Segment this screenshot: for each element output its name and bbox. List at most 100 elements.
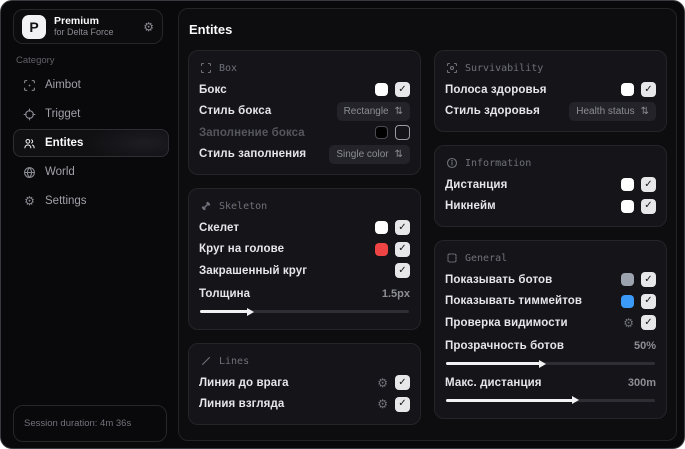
check-icon: ✓	[398, 83, 407, 95]
gear-icon[interactable]: ⚙	[377, 398, 388, 410]
gear-icon[interactable]: ⚙	[377, 377, 388, 389]
checkbox[interactable]	[395, 125, 410, 141]
sidebar-item-settings[interactable]: ⚙ Settings	[13, 187, 169, 215]
bone-icon	[201, 201, 211, 211]
sidebar-item-world[interactable]: World	[13, 158, 169, 186]
box-card-title: Box	[199, 58, 410, 79]
checkbox[interactable]: ✓	[641, 198, 656, 214]
checkbox[interactable]: ✓	[395, 241, 410, 257]
gear-icon[interactable]: ⚙	[623, 317, 634, 329]
setting-label: Линия взгляда	[199, 398, 285, 411]
gear-icon[interactable]: ⚙	[143, 20, 154, 34]
setting-row: Дистанция ✓	[445, 174, 656, 196]
sidebar: P Premium for Delta Force ⚙ Category Aim…	[1, 1, 178, 448]
setting-row: Прозрачность ботов 50%	[445, 336, 656, 358]
checkbox[interactable]: ✓	[641, 315, 656, 331]
aim-scan-icon	[23, 79, 36, 92]
check-icon: ✓	[398, 376, 407, 388]
setting-row: Макс. дистанция 300m	[445, 372, 656, 394]
check-icon: ✓	[644, 295, 653, 307]
checkbox[interactable]: ✓	[641, 177, 656, 193]
setting-label: Никнейм	[445, 200, 496, 213]
setting-row: Закрашенный круг ✓	[199, 260, 410, 282]
globe-icon	[23, 166, 36, 179]
sidebar-item-trigget[interactable]: Trigget	[13, 100, 169, 128]
setting-row: Стиль бокса Rectangle ⇅	[199, 101, 410, 123]
check-icon: ✓	[644, 316, 653, 328]
brand-logo: P	[22, 14, 46, 39]
general-card: General Показывать ботов ✓ Показывать ти…	[434, 240, 667, 419]
fill-style-select[interactable]: Single color ⇅	[329, 144, 410, 164]
box-card: Box Бокс ✓ Стиль бокса Rectangle ⇅ Запол…	[188, 50, 421, 175]
color-swatch[interactable]	[375, 221, 388, 235]
page-title: Entites	[189, 22, 233, 37]
checkbox[interactable]: ✓	[641, 82, 656, 98]
setting-row: Показывать тиммейтов ✓	[445, 291, 656, 313]
sidebar-item-label: Entites	[45, 137, 84, 149]
checkbox[interactable]: ✓	[641, 293, 656, 309]
checkbox[interactable]: ✓	[395, 82, 410, 98]
survivability-card: Survivability Полоса здоровья ✓ Стиль зд…	[434, 50, 667, 132]
cheat-menu-window: P Premium for Delta Force ⚙ Category Aim…	[0, 0, 685, 449]
slider-thumb[interactable]	[539, 359, 547, 368]
left-column: Box Бокс ✓ Стиль бокса Rectangle ⇅ Запол…	[188, 50, 421, 425]
dashed-box-icon	[447, 253, 457, 263]
sidebar-item-aimbot[interactable]: Aimbot	[13, 71, 169, 99]
sidebar-item-entites[interactable]: Entites	[13, 129, 169, 157]
skeleton-card: Skeleton Скелет ✓ Круг на голове ✓ Закра…	[188, 188, 421, 330]
color-swatch[interactable]	[621, 273, 634, 287]
setting-label: Заполнение бокса	[199, 126, 305, 139]
slider-thumb[interactable]	[572, 396, 580, 404]
setting-label: Линия до врага	[199, 376, 289, 389]
sidebar-item-label: Aimbot	[45, 79, 81, 91]
setting-row: Бокс ✓	[199, 79, 410, 101]
information-card: Information Дистанция ✓ Никнейм ✓	[434, 145, 667, 227]
color-swatch[interactable]	[375, 126, 388, 140]
color-swatch[interactable]	[621, 83, 634, 97]
checkbox[interactable]: ✓	[395, 375, 410, 391]
check-icon: ✓	[398, 264, 407, 276]
setting-row: Стиль здоровья Health status ⇅	[445, 101, 656, 123]
scan-eye-icon	[446, 62, 458, 74]
sidebar-item-label: Settings	[45, 195, 87, 207]
information-card-title: Information	[445, 153, 656, 174]
check-icon: ✓	[398, 243, 407, 255]
skeleton-card-title: Skeleton	[199, 196, 410, 217]
color-swatch[interactable]	[621, 178, 634, 192]
check-icon: ✓	[398, 221, 407, 233]
check-icon: ✓	[398, 398, 407, 410]
slider-thumb[interactable]	[247, 307, 255, 316]
slider-value: 300m	[627, 376, 656, 389]
chevrons-up-down-icon: ⇅	[394, 105, 403, 117]
setting-label: Показывать ботов	[445, 273, 553, 286]
setting-row: Показывать ботов ✓	[445, 269, 656, 291]
health-style-select[interactable]: Health status ⇅	[569, 101, 656, 121]
color-swatch[interactable]	[621, 294, 634, 308]
setting-label: Дистанция	[445, 178, 508, 191]
color-swatch[interactable]	[375, 83, 388, 97]
sidebar-item-label: Trigget	[45, 108, 81, 120]
checkbox[interactable]: ✓	[395, 220, 410, 236]
setting-row: Линия до врага ⚙ ✓	[199, 372, 410, 394]
session-duration: Session duration: 4m 36s	[13, 405, 167, 442]
color-swatch[interactable]	[375, 242, 388, 256]
checkbox[interactable]: ✓	[395, 263, 410, 279]
general-card-title: General	[445, 248, 656, 269]
color-swatch[interactable]	[621, 199, 634, 213]
bot-opacity-slider[interactable]	[446, 359, 655, 368]
setting-label: Прозрачность ботов	[445, 340, 565, 353]
setting-label: Стиль заполнения	[199, 148, 307, 161]
setting-row: Полоса здоровья ✓	[445, 79, 656, 101]
brand-subtitle: for Delta Force	[54, 27, 114, 38]
setting-label: Стиль здоровья	[445, 105, 540, 118]
setting-row: Толщина 1.5px	[199, 284, 410, 306]
box-style-select[interactable]: Rectangle ⇅	[336, 101, 410, 121]
setting-label: Полоса здоровья	[445, 83, 547, 96]
thickness-slider[interactable]	[200, 307, 409, 316]
setting-label: Показывать тиммейтов	[445, 295, 583, 308]
slider-value: 1.5px	[381, 288, 410, 301]
checkbox[interactable]: ✓	[641, 272, 656, 288]
max-distance-slider[interactable]	[446, 396, 655, 404]
check-icon: ✓	[644, 273, 653, 285]
checkbox[interactable]: ✓	[395, 396, 410, 412]
